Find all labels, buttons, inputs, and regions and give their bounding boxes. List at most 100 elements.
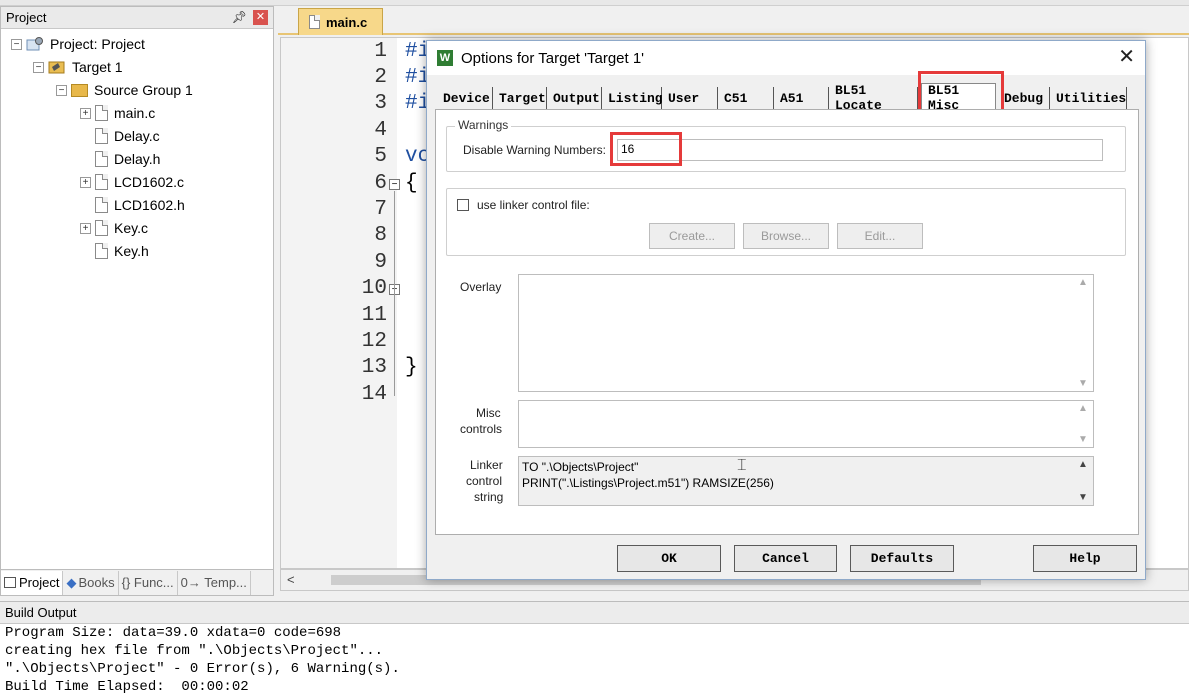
scroll-down-icon[interactable]: ▼ bbox=[1078, 492, 1088, 503]
tree-label: main.c bbox=[114, 105, 156, 121]
tree-item-file[interactable]: Delay.h bbox=[95, 148, 160, 170]
tree-item-file[interactable]: + LCD1602.c bbox=[80, 171, 184, 193]
line-number: 9 bbox=[374, 251, 387, 274]
tree-item-project[interactable]: − Project: Project bbox=[11, 33, 145, 55]
file-icon bbox=[309, 15, 320, 29]
line-number: 4 bbox=[374, 119, 387, 142]
defaults-button[interactable]: Defaults bbox=[850, 545, 954, 572]
scroll-down-icon[interactable]: ▼ bbox=[1078, 434, 1088, 445]
tree-item-file[interactable]: Key.h bbox=[95, 240, 149, 262]
collapse-icon[interactable]: − bbox=[56, 84, 67, 96]
tab-target[interactable]: Target bbox=[493, 87, 547, 109]
tab-bl51-locate[interactable]: BL51 Locate bbox=[829, 83, 918, 113]
use-linker-control-file-checkbox[interactable] bbox=[457, 199, 469, 211]
scroll-left-icon[interactable]: < bbox=[287, 572, 295, 587]
tree-label: LCD1602.h bbox=[114, 197, 185, 213]
linker-string-scrollbar[interactable]: ▲ ▼ bbox=[1073, 457, 1093, 505]
scroll-up-icon[interactable]: ▲ bbox=[1078, 459, 1088, 470]
tree-item-source-group[interactable]: − Source Group 1 bbox=[56, 79, 193, 101]
tab-functions[interactable]: {} Func... bbox=[119, 570, 178, 595]
collapse-icon[interactable]: − bbox=[11, 38, 22, 50]
warnings-group-legend: Warnings bbox=[455, 118, 512, 132]
expand-icon[interactable]: + bbox=[80, 222, 91, 234]
tab-books[interactable]: ◆ Books bbox=[63, 570, 119, 595]
linker-string-line: PRINT(".\Listings\Project.m51") RAMSIZE(… bbox=[522, 476, 774, 490]
misc-controls-textarea[interactable]: ▲ ▼ bbox=[518, 400, 1094, 448]
tree-label: Target 1 bbox=[72, 59, 123, 75]
keil-app-icon: W bbox=[437, 50, 453, 66]
build-output-line: Program Size: data=39.0 xdata=0 code=698 bbox=[5, 625, 342, 641]
line-number: 12 bbox=[361, 330, 387, 353]
expand-icon[interactable]: + bbox=[80, 176, 91, 188]
line-number: 1 bbox=[374, 40, 387, 63]
project-tab-icon bbox=[4, 577, 16, 588]
tab-templates[interactable]: 0→ Temp... bbox=[178, 570, 251, 595]
file-icon bbox=[95, 174, 108, 190]
build-output-panel: Build Output Program Size: data=39.0 xda… bbox=[0, 601, 1189, 699]
project-panel: Project 📌︎ ✕ − Project: Project − Target… bbox=[0, 6, 274, 596]
tab-utilities[interactable]: Utilities bbox=[1050, 87, 1127, 109]
tab-project[interactable]: Project bbox=[1, 570, 64, 595]
misc-scrollbar[interactable]: ▲ ▼ bbox=[1073, 401, 1093, 447]
linker-label: Linker bbox=[470, 458, 503, 472]
fold-toggle-icon[interactable]: − bbox=[389, 179, 400, 190]
dialog-title: Options for Target 'Target 1' bbox=[461, 49, 645, 67]
linker-control-string-textarea[interactable]: TO ".\Objects\Project" PRINT(".\Listings… bbox=[518, 456, 1094, 506]
highlight-box-warning bbox=[610, 132, 682, 166]
tree-item-file[interactable]: + Key.c bbox=[80, 217, 148, 239]
tab-user[interactable]: User bbox=[662, 87, 718, 109]
ok-button[interactable]: OK bbox=[617, 545, 721, 572]
scroll-down-icon[interactable]: ▼ bbox=[1078, 378, 1088, 389]
file-icon bbox=[95, 197, 108, 213]
linker-control-file-group: use linker control file: Create... Brows… bbox=[446, 188, 1126, 256]
collapse-icon[interactable]: − bbox=[33, 61, 44, 73]
tab-label: Books bbox=[78, 575, 115, 590]
tree-item-file[interactable]: LCD1602.h bbox=[95, 194, 185, 216]
line-number-gutter: 1 2 3 4 5 6 7 8 9 10 11 12 13 14 bbox=[281, 38, 397, 568]
overlay-textarea[interactable]: ▲ ▼ bbox=[518, 274, 1094, 392]
file-icon bbox=[95, 220, 108, 236]
build-output-header: Build Output bbox=[0, 602, 1189, 624]
tree-label: Source Group 1 bbox=[94, 82, 193, 98]
linker-string-line: TO ".\Objects\Project" bbox=[522, 460, 639, 474]
misc-label: Misc bbox=[476, 406, 501, 420]
browse-button[interactable]: Browse... bbox=[743, 223, 829, 249]
line-number: 2 bbox=[374, 66, 387, 89]
target-icon bbox=[48, 60, 66, 74]
tab-listing[interactable]: Listing bbox=[602, 87, 663, 109]
books-icon: ◆ bbox=[66, 574, 77, 590]
line-number: 7 bbox=[374, 198, 387, 221]
tab-device[interactable]: Device bbox=[437, 87, 493, 109]
overlay-scrollbar[interactable]: ▲ ▼ bbox=[1073, 275, 1093, 391]
close-icon[interactable]: ✕ bbox=[1118, 47, 1135, 67]
folder-icon bbox=[71, 83, 88, 97]
pin-icon[interactable]: 📌︎ bbox=[232, 10, 247, 24]
file-icon bbox=[95, 151, 108, 167]
scroll-up-icon[interactable]: ▲ bbox=[1078, 403, 1088, 414]
close-panel-button[interactable]: ✕ bbox=[253, 10, 268, 25]
bl51-misc-tab-page: Warnings Disable Warning Numbers: 16 use… bbox=[435, 109, 1139, 535]
tree-item-file[interactable]: Delay.c bbox=[95, 125, 160, 147]
help-button[interactable]: Help bbox=[1033, 545, 1137, 572]
tab-a51[interactable]: A51 bbox=[774, 87, 829, 109]
scroll-up-icon[interactable]: ▲ bbox=[1078, 277, 1088, 288]
line-number: 5 bbox=[374, 145, 387, 168]
create-button[interactable]: Create... bbox=[649, 223, 735, 249]
tree-label: Key.h bbox=[114, 243, 149, 259]
tab-output[interactable]: Output bbox=[547, 87, 602, 109]
dialog-title-bar[interactable]: W Options for Target 'Target 1' ✕ bbox=[427, 41, 1145, 75]
disable-warning-label: Disable Warning Numbers: bbox=[463, 143, 606, 157]
disable-warning-numbers-input[interactable]: 16 bbox=[617, 139, 1103, 161]
expand-icon[interactable]: + bbox=[80, 107, 91, 119]
cancel-button[interactable]: Cancel bbox=[734, 545, 837, 572]
line-number: 8 bbox=[374, 224, 387, 247]
tree-item-file[interactable]: + main.c bbox=[80, 102, 155, 124]
tab-c51[interactable]: C51 bbox=[718, 87, 774, 109]
dialog-tab-row: Device Target Output Listing User C51 A5… bbox=[435, 83, 1139, 113]
tree-item-target[interactable]: − Target 1 bbox=[33, 56, 123, 78]
tab-main-c[interactable]: main.c bbox=[298, 8, 383, 35]
edit-button[interactable]: Edit... bbox=[837, 223, 923, 249]
build-output-line: creating hex file from ".\Objects\Projec… bbox=[5, 643, 384, 659]
tab-debug[interactable]: Debug bbox=[998, 87, 1050, 109]
code-line: } bbox=[405, 356, 418, 379]
